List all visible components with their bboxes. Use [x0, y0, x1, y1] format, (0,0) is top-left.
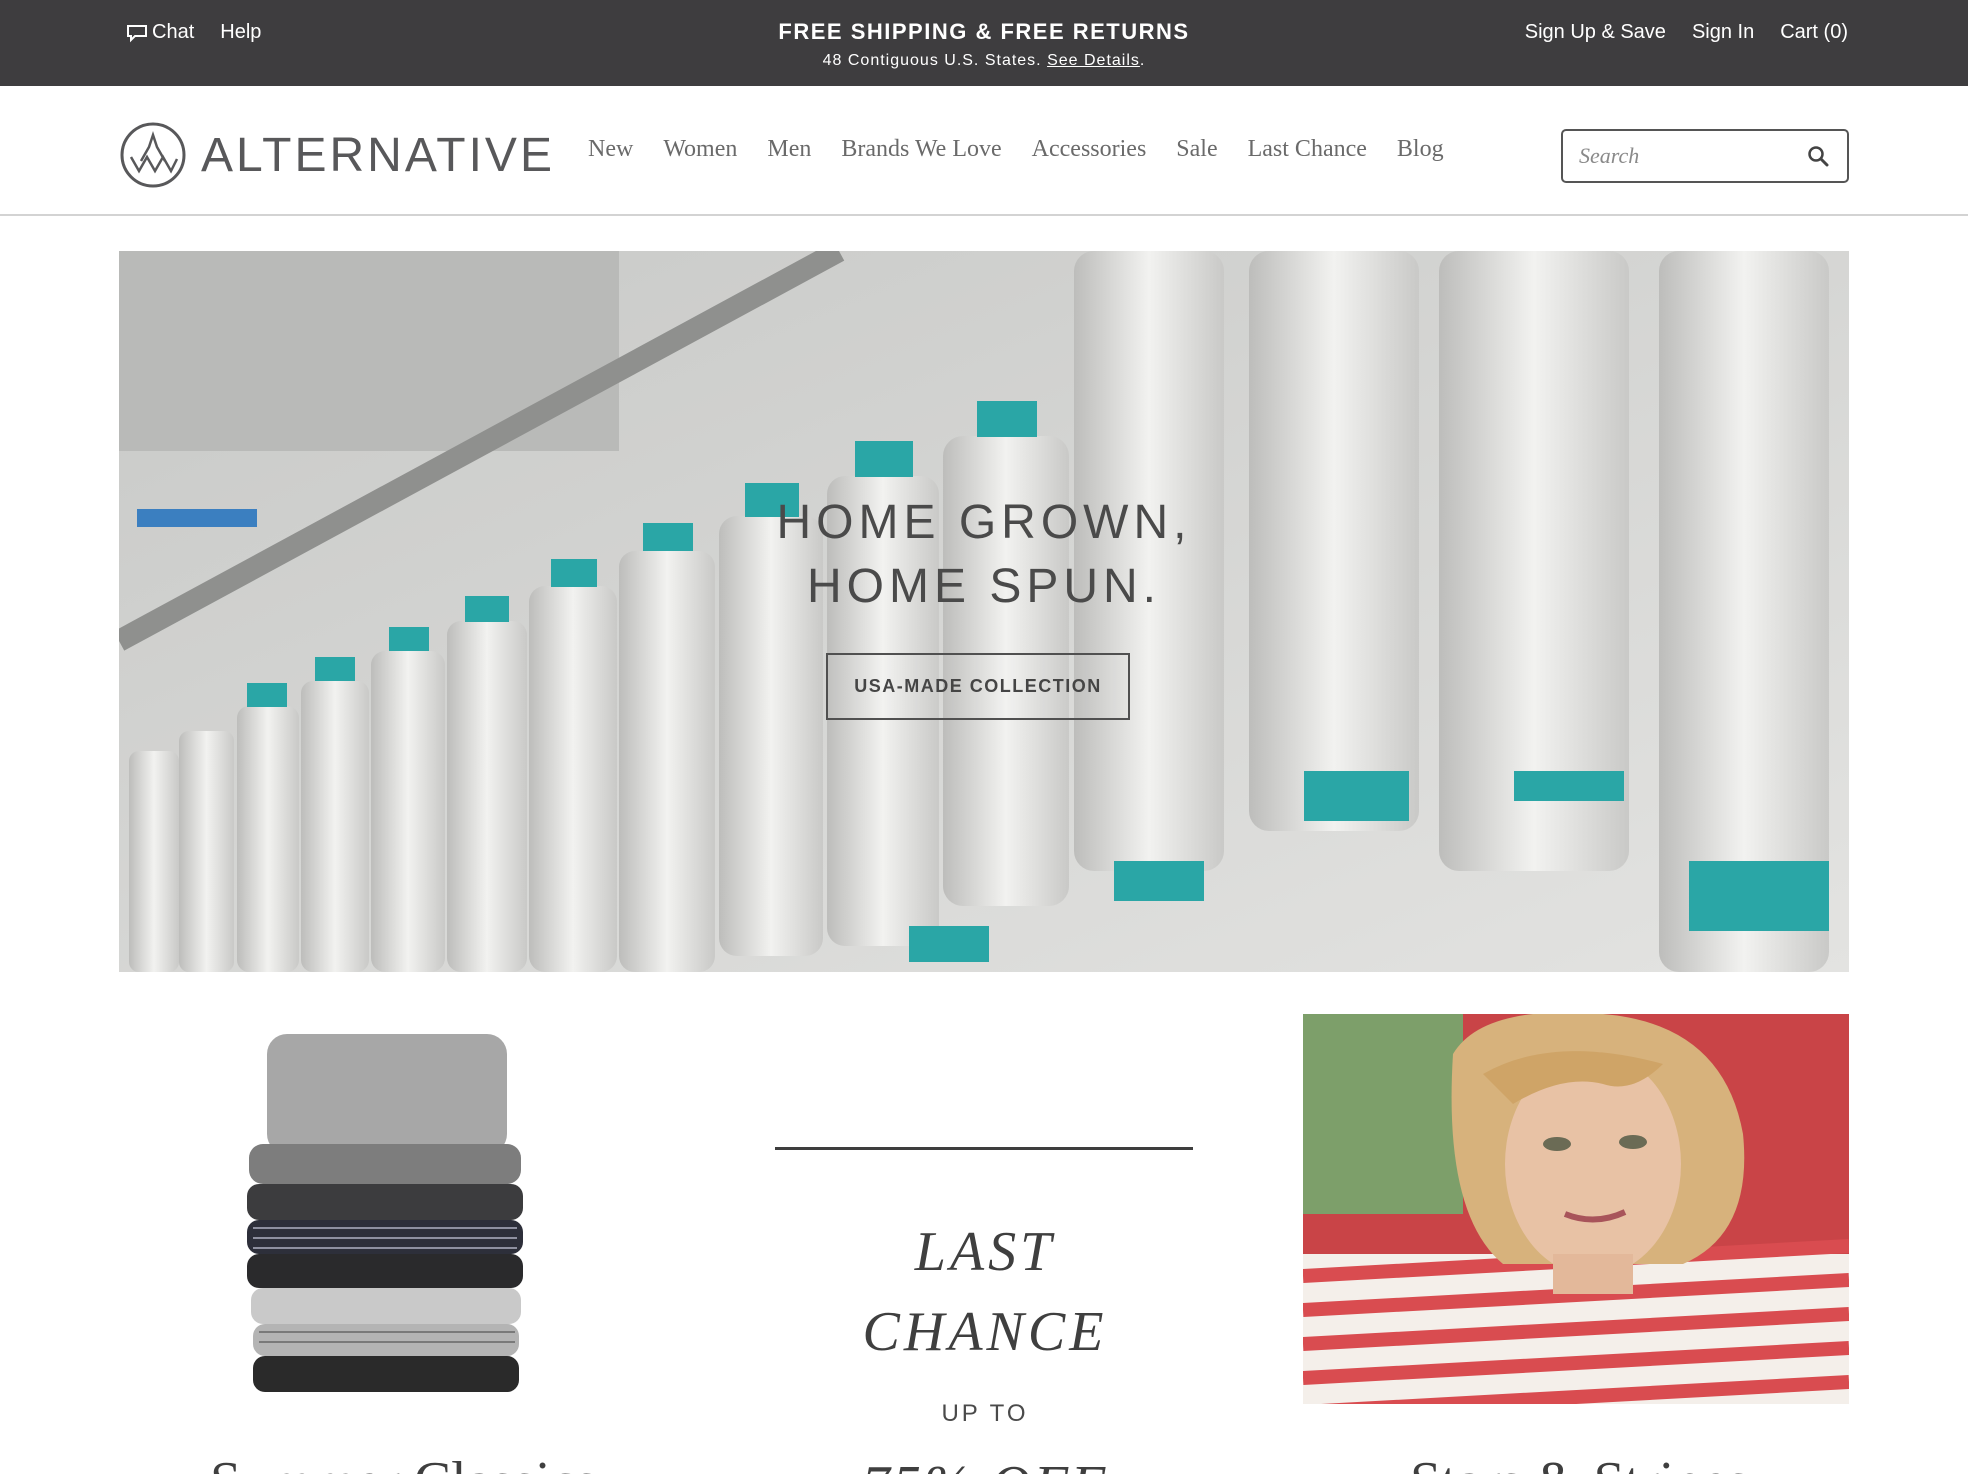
nav-item-women[interactable]: Women — [663, 136, 737, 163]
nav-item-sale[interactable]: Sale — [1176, 136, 1217, 163]
folded-tees-image — [119, 1014, 667, 1404]
promo-divider — [775, 1147, 1193, 1150]
shipping-subtext-suffix: . — [1139, 52, 1146, 69]
sign-in-link[interactable]: Sign In — [1692, 21, 1754, 44]
last-chance-title-line-2: CHANCE — [862, 1301, 1108, 1363]
up-to-label: UP TO — [941, 1400, 1029, 1427]
last-chance-promo[interactable]: LAST CHANCE UP TO 75% OFF — [700, 1014, 1270, 1474]
hero-headline-line-1: HOME GROWN, — [776, 496, 1192, 549]
last-chance-title-line-1: LAST — [914, 1221, 1056, 1283]
stars-and-stripes-tile[interactable] — [1303, 1014, 1849, 1404]
see-details-link[interactable]: See Details — [1047, 52, 1140, 69]
brand-logo[interactable]: ALTERNATIVE — [119, 121, 555, 189]
hero-headline-line-2: HOME SPUN. — [806, 560, 1162, 613]
last-chance-title: LAST CHANCE — [700, 1212, 1270, 1372]
shipping-subtext: 48 Contiguous U.S. States. See Details. — [0, 52, 1968, 70]
model-striped-shirt-image — [1303, 1014, 1849, 1404]
cart-link[interactable]: Cart (0) — [1780, 21, 1848, 44]
nav-item-men[interactable]: Men — [767, 136, 811, 163]
shipping-subtext-label: 48 Contiguous U.S. States. — [822, 52, 1042, 69]
search-input[interactable] — [1579, 143, 1779, 169]
summer-classics-tile[interactable] — [119, 1014, 667, 1404]
hero-headline: HOME GROWN, HOME SPUN. — [119, 491, 1849, 619]
nav-item-brands-we-love[interactable]: Brands We Love — [841, 136, 1001, 163]
nav-item-new[interactable]: New — [588, 136, 633, 163]
summer-classics-caption[interactable]: Summer Classics — [210, 1450, 597, 1474]
nav-item-accessories[interactable]: Accessories — [1032, 136, 1147, 163]
stars-and-stripes-caption[interactable]: Stars & Stripes — [1410, 1450, 1749, 1474]
account-links: Sign Up & Save Sign In Cart (0) — [1499, 21, 1848, 44]
nav-item-last-chance[interactable]: Last Chance — [1248, 136, 1367, 163]
promo-bar: Chat Help FREE SHIPPING & FREE RETURNS 4… — [0, 0, 1968, 86]
hero-banner[interactable]: HOME GROWN, HOME SPUN. USA-MADE COLLECTI… — [119, 251, 1849, 972]
usa-made-collection-button[interactable]: USA-MADE COLLECTION — [826, 653, 1130, 720]
search-icon[interactable] — [1807, 145, 1829, 167]
discount-label: 75% OFF — [700, 1454, 1270, 1474]
search-box — [1561, 129, 1849, 183]
sign-up-link[interactable]: Sign Up & Save — [1525, 21, 1666, 44]
main-nav: New Women Men Brands We Love Accessories… — [588, 136, 1474, 163]
site-header: ALTERNATIVE New Women Men Brands We Love… — [0, 86, 1968, 216]
logo-wordmark: ALTERNATIVE — [201, 128, 555, 182]
nav-item-blog[interactable]: Blog — [1397, 136, 1444, 163]
logo-mark-icon — [120, 122, 186, 188]
